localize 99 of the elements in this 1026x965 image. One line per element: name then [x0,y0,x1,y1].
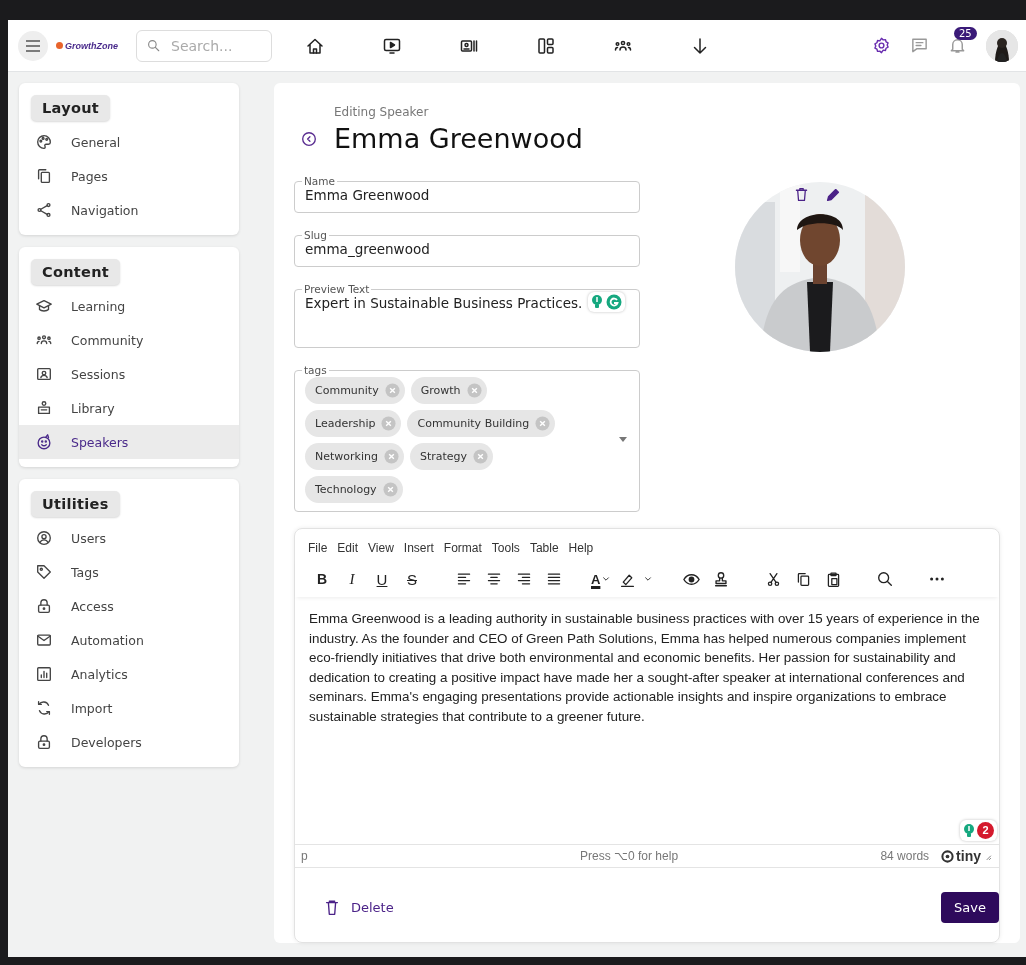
page-subtitle: Editing Speaker [334,105,430,119]
sidebar-item[interactable]: General [19,125,239,159]
menu-item[interactable]: Tools [486,539,525,557]
format-button[interactable]: I [337,567,367,591]
section-title: Layout [31,95,111,121]
text-field[interactable]: Name Emma Greenwood [294,176,640,213]
sidebar-item[interactable]: Access [19,589,239,623]
delete-button[interactable]: Delete [323,898,394,917]
sidebar-item[interactable]: Import [19,691,239,725]
tag-icon [35,563,53,581]
brand-logo[interactable]: tiny [941,848,981,864]
sidebar-item[interactable]: Users [19,521,239,555]
chart-icon [35,665,53,683]
align-left-icon [456,571,472,587]
edit-photo-button[interactable] [824,186,842,204]
search-icon [876,570,895,588]
body-text: Emma Greenwood is a leading authority in sustainable business practices with over 15 years of experience in the industry. As the founder and CEO of Green Path Solutions, Emma has helped numerous companies implement eco-friendly initiatives that drive both environmental and economic benefits. Her passion for sustainability and dedication to creating a positive impact have made her a sought-after speaker at international conferences and seminars. Emma's engaging presentations provide actionable insights and inspire organizations to embrace sustainable strategies that contribute to a greener future. [309,610,981,726]
mail-icon [35,631,53,649]
tag-chip[interactable]: Networking [305,443,404,470]
align-right-icon [516,571,532,587]
menu-item[interactable]: View [363,539,399,557]
format-button[interactable]: B [307,567,337,591]
cap-icon [35,297,53,315]
id-card-icon [35,365,53,383]
sidebar-item[interactable]: Sessions [19,357,239,391]
tag-chip[interactable]: Strategy [409,443,494,470]
share-icon [35,201,53,219]
tag-chip[interactable]: Community [305,377,405,404]
menu-item[interactable]: Table [524,539,564,557]
sidebar-item[interactable]: Pages [19,159,239,193]
menu-item[interactable]: Edit [332,539,364,557]
text-color-button[interactable]: A [591,567,601,591]
layout-icon [536,35,556,56]
page-title: Emma Greenwood [334,123,583,154]
menu-item[interactable]: Help [563,539,599,557]
menu-item[interactable]: Format [438,539,487,557]
search-field[interactable]: Search... [136,29,272,62]
sidebar-item[interactable]: Learning [19,289,239,323]
text-field[interactable]: Preview Text Expert in Sustainable Business Practices. [294,284,640,348]
back-button[interactable] [300,130,318,148]
element-path[interactable]: p [301,849,308,863]
sidebar-item[interactable]: Developers [19,725,239,759]
sidebar-item[interactable]: Analytics [19,657,239,691]
sidebar-item[interactable]: Speakers [19,425,239,459]
sidebar-item[interactable]: Library [19,391,239,425]
save-button[interactable]: Save [941,892,999,923]
sidebar-item[interactable]: Tags [19,555,239,589]
bell-icon [948,36,967,55]
word-count[interactable]: 84 words [880,849,930,863]
lock-icon [35,597,53,615]
menu-item[interactable]: File [303,539,333,557]
menu-item[interactable]: Insert [398,539,439,557]
tag-chip[interactable]: Community Building [407,410,556,437]
tags-field[interactable]: tags Community Growth Leadership Community Building Networking Strategy Technology [294,365,640,512]
align-center-icon [486,571,502,587]
text-field[interactable]: Slug emma_greenwood [294,230,640,267]
chat-button[interactable] [910,36,929,55]
logo-mark-icon [56,42,63,49]
bulb-icon [591,294,603,310]
tag-chip[interactable]: Growth [410,377,487,404]
tag-chip[interactable]: Technology [305,476,403,503]
sidebar-item[interactable]: Navigation [19,193,239,227]
help-hint: Press ⌥0 for help [579,849,680,863]
pages-icon [35,167,53,185]
menu-icon [25,39,41,52]
search-icon [146,37,161,53]
section-title: Content [31,259,121,285]
grammar-badge[interactable]: 2 [960,820,997,841]
palette-icon [35,133,53,151]
lock-icon [35,733,53,751]
refresh-icon [35,699,53,717]
issue-count: 2 [977,822,994,839]
notification-count: 25 [954,27,977,40]
bulb-icon [963,822,975,839]
more-icon [930,577,945,581]
section-title: Utilities [31,491,120,517]
dropdown-caret-icon[interactable] [619,437,627,442]
delete-photo-button[interactable] [793,186,810,204]
logo-text: GrowthZone [65,40,118,51]
chat-icon [910,36,929,55]
pencil-icon [824,186,842,204]
check-circle-icon [606,294,622,310]
user-circle-icon [35,529,53,547]
tag-chip[interactable]: Leadership [305,410,402,437]
person-board-icon [35,399,53,417]
notifications-button[interactable] [948,36,967,55]
trash-icon [793,186,810,203]
avatar[interactable] [986,29,1018,62]
sidebar-item[interactable]: Community [19,323,239,357]
format-button[interactable]: S [397,567,427,591]
format-button[interactable]: U [367,567,397,591]
settings-button[interactable] [872,36,891,55]
smiley-icon [35,433,53,451]
trash-icon [323,898,341,917]
sidebar-item[interactable]: Automation [19,623,239,657]
align-justify-icon [546,571,562,587]
settings-icon [872,36,891,55]
menu-button[interactable] [18,30,48,61]
grammar-badge[interactable] [588,292,625,312]
